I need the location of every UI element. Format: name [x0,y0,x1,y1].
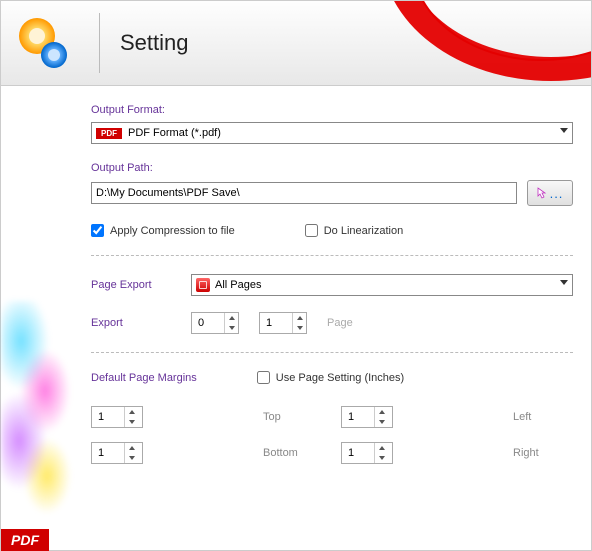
margin-right-spinner[interactable] [341,442,393,464]
margins-header: Default Page Margins Use Page Setting (I… [91,371,573,384]
export-to-input[interactable] [260,313,292,333]
output-format-value: PDF Format (*.pdf) [128,127,221,139]
browse-button[interactable]: ... [527,180,573,206]
chevron-down-icon [560,128,568,133]
margin-bottom-label: Bottom [263,447,323,459]
margin-bottom-input[interactable] [92,443,124,463]
divider [91,255,573,256]
use-page-setting-input[interactable] [257,371,270,384]
spinner-down-icon[interactable] [125,453,138,463]
linearization-label: Do Linearization [324,225,404,237]
output-path-label: Output Path: [91,162,573,174]
linearization-input[interactable] [305,224,318,237]
decorative-swoosh [291,1,591,86]
compression-input[interactable] [91,224,104,237]
export-unit-label: Page [327,317,353,329]
spinner-down-icon[interactable] [375,417,388,427]
divider [91,352,573,353]
header-divider [99,13,100,73]
compression-checkbox[interactable]: Apply Compression to file [91,224,235,237]
spinner-down-icon[interactable] [125,417,138,427]
margin-top-spinner[interactable] [91,406,143,428]
pdf-side-badge: PDF [1,529,49,551]
content: Output Format: PDF PDF Format (*.pdf) Ou… [1,86,591,482]
linearization-checkbox[interactable]: Do Linearization [305,224,404,237]
page-export-select[interactable]: All Pages [191,274,573,296]
cursor-icon [537,187,549,199]
spinner-down-icon[interactable] [225,323,238,333]
margin-bottom-spinner[interactable] [91,442,143,464]
margin-left-label: Left [513,411,573,423]
output-path-section: Output Path: ... [91,162,573,206]
page-title: Setting [120,30,189,56]
page-export-row: Page Export All Pages [91,274,573,296]
margin-left-input[interactable] [342,407,374,427]
export-from-spinner[interactable] [191,312,239,334]
page-export-value: All Pages [215,279,261,291]
compression-label: Apply Compression to file [110,225,235,237]
header: Setting [1,1,591,86]
margins-label: Default Page Margins [91,372,197,384]
options-row: Apply Compression to file Do Linearizati… [91,224,573,237]
browse-label: ... [550,186,564,201]
margins-grid: Top Left Bottom Right [91,406,573,464]
output-format-label: Output Format: [91,104,573,116]
margin-left-spinner[interactable] [341,406,393,428]
margin-right-input[interactable] [342,443,374,463]
export-to-spinner[interactable] [259,312,307,334]
pdf-badge-icon: PDF [96,128,122,139]
pdf-doc-icon [196,278,210,292]
use-page-setting-label: Use Page Setting (Inches) [276,372,404,384]
spinner-up-icon[interactable] [293,313,306,323]
spinner-down-icon[interactable] [375,453,388,463]
output-path-input[interactable] [91,182,517,204]
spinner-up-icon[interactable] [375,407,388,417]
margin-top-input[interactable] [92,407,124,427]
export-from-input[interactable] [192,313,224,333]
chevron-down-icon [560,280,568,285]
output-format-section: Output Format: PDF PDF Format (*.pdf) [91,104,573,144]
page-export-label: Page Export [91,279,171,291]
spinner-up-icon[interactable] [125,407,138,417]
spinner-down-icon[interactable] [293,323,306,333]
margin-top-label: Top [263,411,323,423]
gears-icon [19,18,69,68]
export-label: Export [91,317,171,329]
spinner-up-icon[interactable] [125,443,138,453]
use-page-setting-checkbox[interactable]: Use Page Setting (Inches) [257,371,404,384]
output-format-select[interactable]: PDF PDF Format (*.pdf) [91,122,573,144]
spinner-up-icon[interactable] [225,313,238,323]
export-range-row: Export Page [91,312,573,334]
margin-right-label: Right [513,447,573,459]
spinner-up-icon[interactable] [375,443,388,453]
